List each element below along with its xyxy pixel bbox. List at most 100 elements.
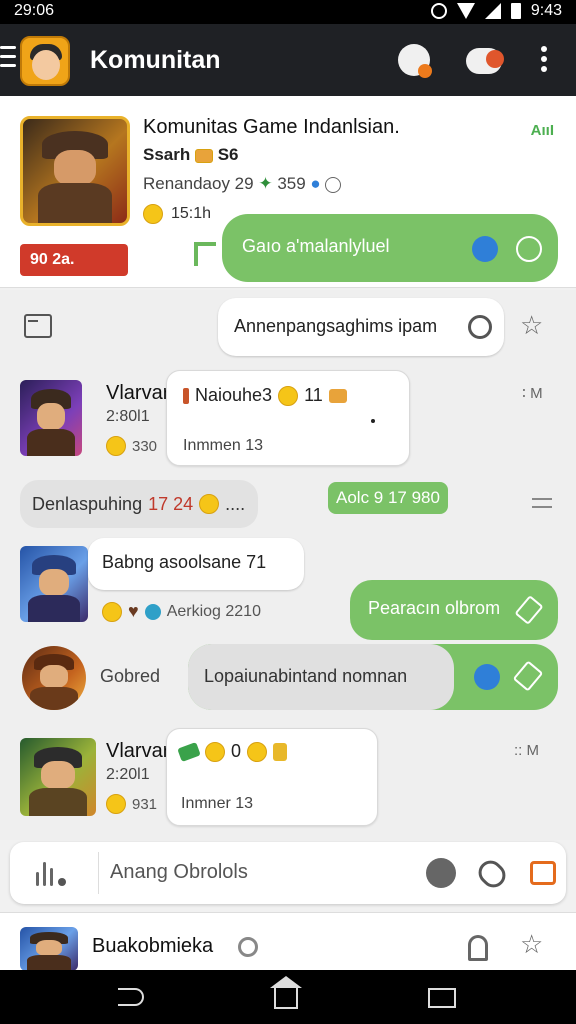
user-avatar[interactable]	[20, 380, 82, 456]
smile-emoji-icon	[143, 204, 163, 224]
community-header: Komunitas Game Indanlsian. AııI Ssarh S6…	[0, 96, 576, 288]
app-bar: Komunitan	[0, 24, 576, 96]
message-input[interactable]: Anang Obrolols	[110, 861, 248, 884]
next-chat-preview[interactable]: Buakobmieka ☆	[0, 912, 576, 971]
message-meta: ♥ Aerkiog 2210	[102, 601, 261, 622]
folder-icon[interactable]	[24, 314, 52, 338]
laugh-emoji-icon	[205, 741, 225, 762]
info-icon[interactable]	[325, 176, 342, 193]
user-count: 931	[132, 795, 158, 813]
user-meta: 330	[106, 436, 157, 456]
message-card[interactable]: 0 Inmner 13	[166, 728, 378, 826]
reply-pill[interactable]: Pearacın olbrom	[350, 580, 558, 640]
status-icons: 9:43	[430, 2, 562, 20]
message-text: Lopaiunabintand nomnan	[204, 666, 408, 686]
star-icon[interactable]: ☆	[520, 310, 543, 341]
user-avatar[interactable]	[20, 738, 96, 816]
message-bubble[interactable]: Lopaiunabintand nomnan	[188, 644, 454, 710]
user-avatar[interactable]	[20, 546, 88, 622]
system-message-num: 17 24	[148, 493, 194, 514]
system-nav-bar	[0, 970, 576, 1024]
message-card[interactable]: Naiouhe3 11 Inmmen 13	[166, 370, 410, 466]
tag-icon	[194, 148, 213, 163]
card-top-num: 0	[231, 741, 242, 761]
chat-bubble-icon[interactable]	[466, 48, 504, 74]
message-composer: Anang Obrolols	[10, 842, 566, 904]
members-icon: ✦	[258, 174, 273, 193]
status-time-left: 29:06	[14, 2, 55, 19]
home-icon[interactable]	[270, 976, 302, 1009]
edit-icon[interactable]	[514, 595, 544, 625]
user-avatar[interactable]	[22, 646, 86, 710]
globe-icon	[144, 603, 161, 620]
message-card-top: 0	[177, 741, 288, 762]
message-text: Babng asoolsane 71	[102, 552, 267, 572]
emoji-row-text: 15:1h	[171, 205, 212, 222]
cry-emoji-icon	[247, 741, 268, 762]
collapse-icon[interactable]	[532, 498, 552, 508]
system-message-text: Denlaspuhing	[32, 493, 143, 514]
message-action-group: Lopaiunabintand nomnan	[188, 644, 558, 710]
join-pill-button[interactable]: Gaıo a'malanlyluel	[222, 214, 558, 282]
message-meta-text: Aerkiog 2210	[166, 602, 261, 620]
card-subtitle: Inmmen 13	[183, 437, 264, 454]
stats-count: 359	[277, 174, 306, 193]
share-icon[interactable]	[516, 236, 542, 262]
smile-emoji-icon	[106, 436, 126, 456]
app-logo[interactable]	[20, 36, 70, 86]
community-subtitle: Ssarh S6	[143, 145, 239, 165]
location-icon[interactable]	[474, 664, 500, 690]
card-subtitle: Inmner 13	[181, 795, 254, 812]
recent-apps-icon[interactable]	[428, 988, 456, 1008]
activity-signal-icon: AııI	[530, 122, 554, 139]
community-cover-image[interactable]	[20, 116, 130, 226]
status-time-right: 9:43	[530, 2, 562, 19]
app-title: Komunitan	[90, 46, 221, 74]
join-pill-text: Gaıo a'malanlyluel	[242, 236, 390, 256]
more-options-icon[interactable]	[541, 46, 549, 74]
message-bubble[interactable]: Babng asoolsane 71	[88, 538, 304, 590]
system-message[interactable]: Denlaspuhing 17 24 ....	[20, 480, 258, 528]
system-message-suffix: ....	[225, 493, 246, 514]
voice-icon[interactable]	[36, 860, 70, 886]
message-card-title: Naiouhe3 11	[183, 385, 347, 406]
attach-icon[interactable]	[463, 310, 497, 344]
live-badge[interactable]: 90 2a.	[20, 244, 128, 276]
user-name: Gobred	[100, 666, 161, 686]
user-handle: 2:20l1	[106, 766, 150, 783]
reaction-tag[interactable]: Aolc 9 17 980	[328, 482, 448, 514]
subtitle-badge: S6	[217, 145, 239, 164]
back-icon[interactable]	[118, 988, 144, 1006]
verified-icon: ●	[310, 174, 321, 193]
wink-emoji-icon	[102, 601, 122, 622]
stats-text: Renandaoy 29	[143, 174, 254, 193]
card-title-text: Naiouhe3	[195, 385, 273, 405]
heart-icon: ♥	[128, 601, 139, 621]
tag-icon	[328, 388, 347, 403]
notification-icon[interactable]	[398, 44, 432, 78]
status-bar: 29:06 9:43	[0, 0, 576, 24]
user-avatar[interactable]	[20, 927, 78, 971]
wink-emoji-icon	[106, 794, 126, 814]
subtitle-text: Ssarh	[143, 145, 191, 164]
user-meta: 931	[106, 794, 157, 814]
emoji-picker-icon[interactable]	[426, 858, 456, 888]
community-title: Komunitas Game Indanlsian.	[143, 116, 400, 138]
attach-icon[interactable]	[473, 855, 511, 893]
location-icon[interactable]	[472, 236, 498, 262]
user-name: Vlarvar	[106, 382, 170, 404]
laugh-emoji-icon	[278, 385, 299, 406]
pinned-message[interactable]: Annenpangsaghims ipam	[218, 298, 504, 356]
star-icon[interactable]: ☆	[520, 929, 543, 960]
wifi-icon	[456, 3, 475, 19]
edit-icon[interactable]	[512, 660, 544, 692]
bottle-icon	[183, 387, 189, 404]
alarm-icon	[430, 3, 447, 19]
bookmark-icon[interactable]	[468, 935, 488, 961]
money-icon	[177, 741, 201, 762]
battery-icon	[510, 3, 521, 19]
reply-pill-text: Pearacın olbrom	[368, 598, 501, 618]
menu-icon[interactable]	[0, 46, 16, 72]
community-emoji-row: 15:1h	[143, 204, 211, 224]
sticker-icon[interactable]	[530, 861, 556, 885]
